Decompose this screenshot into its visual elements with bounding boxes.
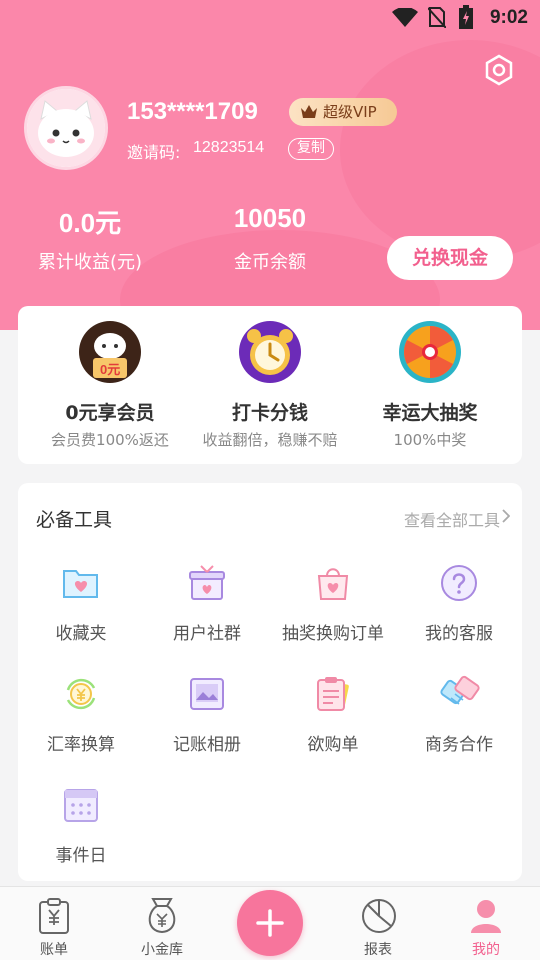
vip-badge[interactable]: 超级VIP: [289, 98, 397, 126]
user-phone: 153****1709: [127, 98, 258, 125]
money-bag-icon: [148, 898, 176, 934]
tools-card: 必备工具 查看全部工具 收藏夹 用户社群 抽奖换购订单 我的客服 汇率换算 记账…: [18, 483, 522, 881]
feature-subtitle: 收益翻倍，稳赚不赔: [202, 431, 338, 449]
chevron-right-icon[interactable]: [502, 509, 510, 523]
plus-icon: [256, 909, 284, 937]
tool-label: 抽奖换购订单: [282, 624, 384, 644]
alarm-clock-icon: [239, 321, 301, 383]
tab-treasury[interactable]: 小金库: [108, 887, 216, 960]
feature-subtitle: 100%中奖: [393, 431, 467, 449]
tool-label: 记账相册: [173, 735, 241, 755]
folder-heart-icon: [63, 570, 98, 598]
photo-album-icon: [190, 678, 224, 710]
view-all-tools-link[interactable]: 查看全部工具: [404, 507, 500, 531]
coin-balance-label: 金币余额: [234, 252, 306, 273]
wifi-icon: [392, 8, 418, 27]
shopping-bag-icon: [317, 568, 349, 600]
feature-subtitle: 会员费100%返还: [51, 431, 169, 449]
gift-box-icon: [189, 565, 225, 600]
prize-wheel-icon: [399, 321, 461, 383]
settings-hexagon-icon[interactable]: [483, 54, 515, 86]
avatar[interactable]: [24, 86, 108, 170]
user-icon: [471, 900, 501, 933]
exchange-cash-button[interactable]: 兑换现金: [387, 236, 513, 280]
features-card: 0元 0元享会员 会员费100%返还 打卡分钱 收益翻倍，稳赚不赔 幸运大抽奖 …: [18, 306, 522, 464]
tool-label: 商务合作: [425, 735, 493, 755]
tool-label: 用户社群: [173, 624, 241, 644]
tool-label: 汇率换算: [47, 735, 115, 755]
battery-charging-icon: [459, 5, 473, 29]
copy-button[interactable]: 复制: [288, 138, 334, 160]
crown-icon: [301, 105, 317, 118]
tab-label: 我的: [472, 942, 500, 958]
tool-label: 欲购单: [307, 735, 359, 755]
total-income-label: 累计收益(元): [37, 252, 143, 273]
feature-title: 打卡分钱: [231, 402, 308, 424]
clipboard-icon: [317, 677, 349, 711]
bill-icon: [39, 898, 69, 934]
calendar-icon: [64, 789, 98, 822]
tab-mine[interactable]: 我的: [432, 887, 540, 960]
question-icon: [441, 565, 477, 601]
tab-reports[interactable]: 报表: [324, 887, 432, 960]
invite-code: 12823514: [193, 139, 265, 156]
tool-label: 收藏夹: [55, 624, 107, 644]
no-sim-icon: [428, 7, 446, 28]
free-vip-badge-text: 0元: [100, 362, 120, 377]
tool-label: 我的客服: [425, 624, 493, 644]
tab-bill[interactable]: 账单: [0, 887, 108, 960]
pie-chart-icon: [362, 899, 396, 933]
clock-time: 9:02: [489, 7, 528, 28]
vip-label: 超级VIP: [323, 103, 377, 121]
exchange-rate-icon: [66, 678, 96, 710]
free-vip-cat-icon: 0元: [79, 321, 141, 383]
handshake-icon: [440, 675, 480, 705]
add-record-button[interactable]: [237, 890, 303, 956]
feature-title: 幸运大抽奖: [382, 402, 478, 424]
status-bar: 9:02: [0, 0, 540, 36]
tools-title: 必备工具: [36, 509, 113, 531]
tab-label: 账单: [40, 942, 68, 958]
coin-balance-value: 10050: [233, 203, 307, 233]
invite-label: 邀请码:: [127, 143, 181, 162]
tab-label: 小金库: [141, 942, 183, 958]
tab-label: 报表: [364, 942, 392, 958]
tool-label: 事件日: [55, 846, 107, 866]
cat-avatar-icon: [27, 89, 105, 167]
total-income-value: 0.0元: [58, 208, 122, 238]
feature-title: 0元享会员: [65, 402, 155, 424]
